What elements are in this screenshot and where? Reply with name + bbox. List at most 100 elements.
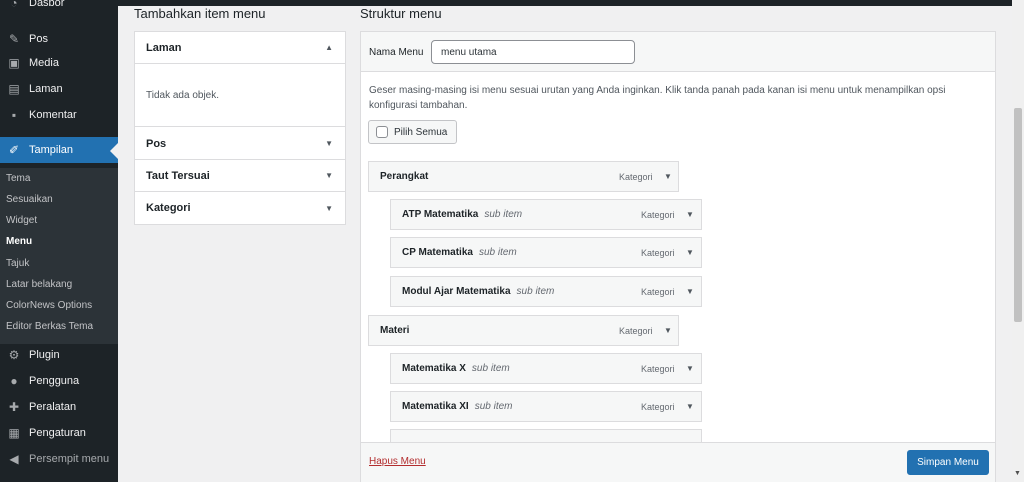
menu-item-title: Modul Ajar Matematika: [402, 286, 511, 297]
expand-arrow-icon[interactable]: ▼: [686, 248, 694, 257]
menu-item-title: Matematika X: [402, 363, 466, 374]
scroll-down-arrow-icon[interactable]: ▼: [1014, 470, 1021, 477]
sidebar-item-tools[interactable]: ✚ Peralatan: [0, 395, 118, 419]
submenu-item-widgets[interactable]: Widget: [6, 215, 37, 226]
submenu-item-customize[interactable]: Sesuaikan: [6, 194, 53, 205]
expand-arrow-icon[interactable]: ▼: [664, 326, 672, 335]
menu-item-type: Kategori: [619, 325, 653, 336]
expand-arrow-icon[interactable]: ▼: [686, 402, 694, 411]
submenu-item-themes[interactable]: Tema: [6, 173, 30, 184]
sidebar-item-posts[interactable]: ✎ Pos: [0, 27, 118, 51]
comment-icon: ▪: [11, 108, 17, 122]
submenu-item-colornews-options[interactable]: ColorNews Options: [6, 300, 92, 311]
menu-item-sub-label: sub item: [484, 209, 523, 220]
menu-item-atp-matematika[interactable]: ATP Matematika sub item Kategori ▼: [390, 199, 702, 230]
menu-item-sub-label: sub item: [471, 363, 510, 374]
admin-sidebar: ◔ Dasbor ✎ Pos ▣ Media ▤ Laman ▪ Komenta…: [0, 0, 118, 482]
menu-item-title: Perangkat: [380, 171, 429, 182]
submenu-item-background[interactable]: Latar belakang: [6, 279, 72, 290]
caret-down-icon: ▼: [325, 203, 333, 213]
menu-item-partial[interactable]: [390, 429, 702, 443]
accordion-categories[interactable]: Kategori ▼: [135, 192, 345, 224]
submenu-item-menus[interactable]: Menu: [6, 236, 32, 247]
menu-name-input[interactable]: [431, 40, 635, 64]
sidebar-item-label: Dasbor: [29, 0, 65, 9]
caret-up-icon: ▲: [325, 43, 333, 52]
sidebar-item-label: Pos: [29, 33, 48, 45]
menu-item-type: Kategori: [641, 401, 675, 412]
menu-instructions: Geser masing-masing isi menu sesuai urut…: [369, 85, 946, 111]
menu-item-matematika-x[interactable]: Matematika X sub item Kategori ▼: [390, 353, 702, 384]
menu-item-title: ATP Matematika: [402, 209, 479, 220]
expand-arrow-icon[interactable]: ▼: [686, 210, 694, 219]
sidebar-item-label: Media: [29, 57, 59, 69]
expand-arrow-icon[interactable]: ▼: [686, 364, 694, 373]
menu-item-materi[interactable]: Materi Kategori ▼: [368, 315, 679, 346]
menu-item-type: Kategori: [619, 171, 653, 182]
collapse-icon: ◀: [9, 452, 19, 466]
accordion-custom-links[interactable]: Taut Tersuai ▼: [135, 160, 345, 192]
empty-message: Tidak ada objek.: [146, 90, 220, 101]
accordion-title: Taut Tersuai: [146, 169, 210, 182]
sidebar-item-media[interactable]: ▣ Media: [0, 51, 118, 75]
submenu-item-theme-file-editor[interactable]: Editor Berkas Tema: [6, 321, 93, 332]
delete-menu-link[interactable]: Hapus Menu: [369, 456, 426, 467]
menu-name-label: Nama Menu: [369, 47, 424, 58]
menu-item-cp-matematika[interactable]: CP Matematika sub item Kategori ▼: [390, 237, 702, 268]
sidebar-item-dashboard[interactable]: ◔ Dasbor: [0, 0, 118, 15]
menu-item-modul-ajar-matematika[interactable]: Modul Ajar Matematika sub item Kategori …: [390, 276, 702, 307]
wrench-icon: ✚: [8, 400, 20, 414]
menu-structure-heading: Struktur menu: [360, 6, 442, 21]
submenu-item-header[interactable]: Tajuk: [6, 258, 29, 269]
menu-item-type: Kategori: [641, 247, 675, 258]
accordion-pages[interactable]: Laman ▲: [135, 32, 345, 64]
caret-down-icon: ▼: [325, 139, 333, 148]
select-all-label: Pilih Semua: [394, 126, 448, 138]
menu-item-sub-label: sub item: [516, 286, 555, 297]
menu-structure-panel: Nama Menu Geser masing-masing isi menu s…: [360, 31, 996, 482]
active-menu-pointer: [110, 143, 118, 159]
sidebar-item-label: Pengaturan: [29, 427, 86, 439]
accordion-title: Pos: [146, 137, 167, 150]
menu-item-type: Kategori: [641, 363, 675, 374]
accordion-posts[interactable]: Pos ▼: [135, 128, 345, 160]
sidebar-item-label: Tampilan: [29, 144, 74, 156]
menu-item-sub-label: sub item: [474, 401, 513, 412]
save-menu-button[interactable]: Simpan Menu: [907, 450, 989, 475]
menu-item-title: Matematika XI: [402, 401, 469, 412]
menu-item-type: Kategori: [641, 286, 675, 297]
menu-item-type: Kategori: [641, 209, 675, 220]
gauge-icon: ◔: [10, 0, 18, 10]
menu-item-sub-label: sub item: [478, 247, 517, 258]
page-icon: ▤: [8, 82, 20, 96]
pin-icon: ✎: [8, 32, 20, 46]
media-icon: ▣: [8, 56, 20, 70]
expand-arrow-icon[interactable]: ▼: [664, 172, 672, 181]
menu-name-bar: Nama Menu: [361, 32, 995, 72]
sidebar-item-pages[interactable]: ▤ Laman: [0, 77, 118, 101]
collapse-menu-button[interactable]: ◀ Persempit menu: [0, 447, 118, 471]
menu-item-perangkat[interactable]: Perangkat Kategori ▼: [368, 161, 679, 192]
sidebar-item-label: Pengguna: [29, 375, 80, 387]
select-all-checkbox[interactable]: Pilih Semua: [368, 120, 458, 144]
accordion-title: Laman: [146, 41, 182, 54]
scrollbar-thumb[interactable]: [1014, 108, 1022, 322]
sidebar-item-appearance[interactable]: ✐ Tampilan: [0, 137, 118, 163]
sidebar-item-label: Komentar: [29, 109, 77, 121]
menu-footer: Hapus Menu Simpan Menu: [361, 442, 995, 482]
caret-down-icon: ▼: [325, 171, 333, 180]
expand-arrow-icon[interactable]: ▼: [686, 287, 694, 296]
sidebar-item-settings[interactable]: ▦ Pengaturan: [0, 421, 118, 445]
appearance-submenu: Tema Sesuaikan Widget Menu Tajuk Latar b…: [0, 168, 118, 344]
add-menu-items-panel: Laman ▲ Tidak ada objek. Pos ▼ Taut Ters…: [134, 31, 346, 225]
checkbox-icon: [376, 126, 388, 138]
menu-item-title: Materi: [380, 325, 410, 336]
page-scrollbar[interactable]: ▼: [1012, 0, 1024, 482]
sidebar-item-comments[interactable]: ▪ Komentar: [0, 103, 118, 127]
accordion-pages-body: Tidak ada objek.: [135, 65, 345, 127]
sidebar-item-label: Peralatan: [29, 401, 77, 413]
sidebar-item-users[interactable]: ● Pengguna: [0, 369, 118, 393]
menu-item-matematika-xi[interactable]: Matematika XI sub item Kategori ▼: [390, 391, 702, 422]
sidebar-item-label: Plugin: [29, 349, 60, 361]
sidebar-item-plugins[interactable]: ⚙ Plugin: [0, 343, 118, 367]
